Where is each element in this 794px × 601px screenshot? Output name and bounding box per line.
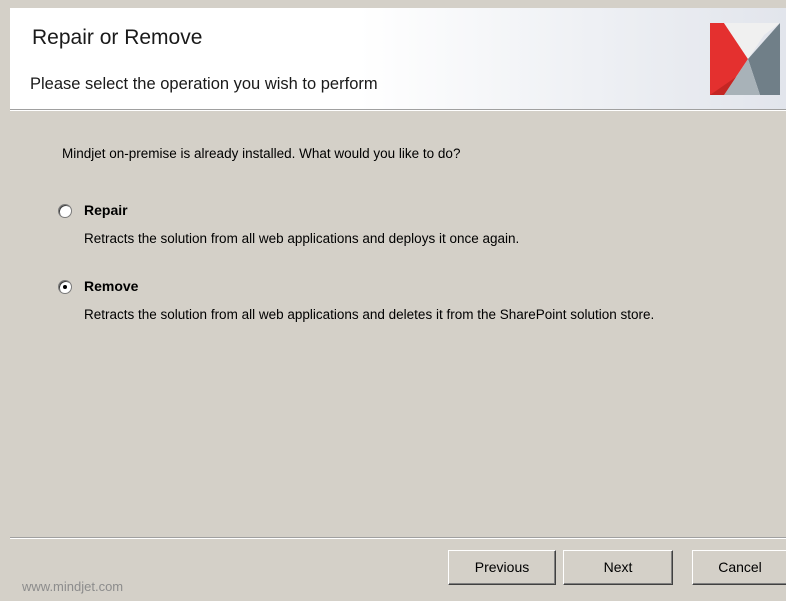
repair-radio[interactable] — [58, 204, 72, 218]
next-button[interactable]: Next — [563, 550, 673, 585]
remove-label[interactable]: Remove — [84, 278, 138, 294]
wizard-header: Repair or Remove Please select the opera… — [10, 8, 786, 110]
repair-label[interactable]: Repair — [84, 202, 128, 218]
page-subtitle: Please select the operation you wish to … — [30, 75, 378, 93]
mindjet-logo-icon — [710, 23, 780, 95]
header-divider — [10, 110, 786, 111]
intro-text: Mindjet on-premise is already installed.… — [62, 146, 461, 161]
installer-dialog: Repair or Remove Please select the opera… — [0, 0, 794, 601]
remove-radio[interactable] — [58, 280, 72, 294]
window-edge — [786, 0, 794, 601]
previous-button[interactable]: Previous — [448, 550, 556, 585]
remove-description: Retracts the solution from all web appli… — [84, 307, 655, 322]
footer-divider — [10, 537, 786, 539]
repair-description: Retracts the solution from all web appli… — [84, 231, 520, 246]
page-title: Repair or Remove — [32, 26, 203, 49]
cancel-button[interactable]: Cancel — [692, 550, 788, 585]
brand-url: www.mindjet.com — [22, 579, 124, 594]
